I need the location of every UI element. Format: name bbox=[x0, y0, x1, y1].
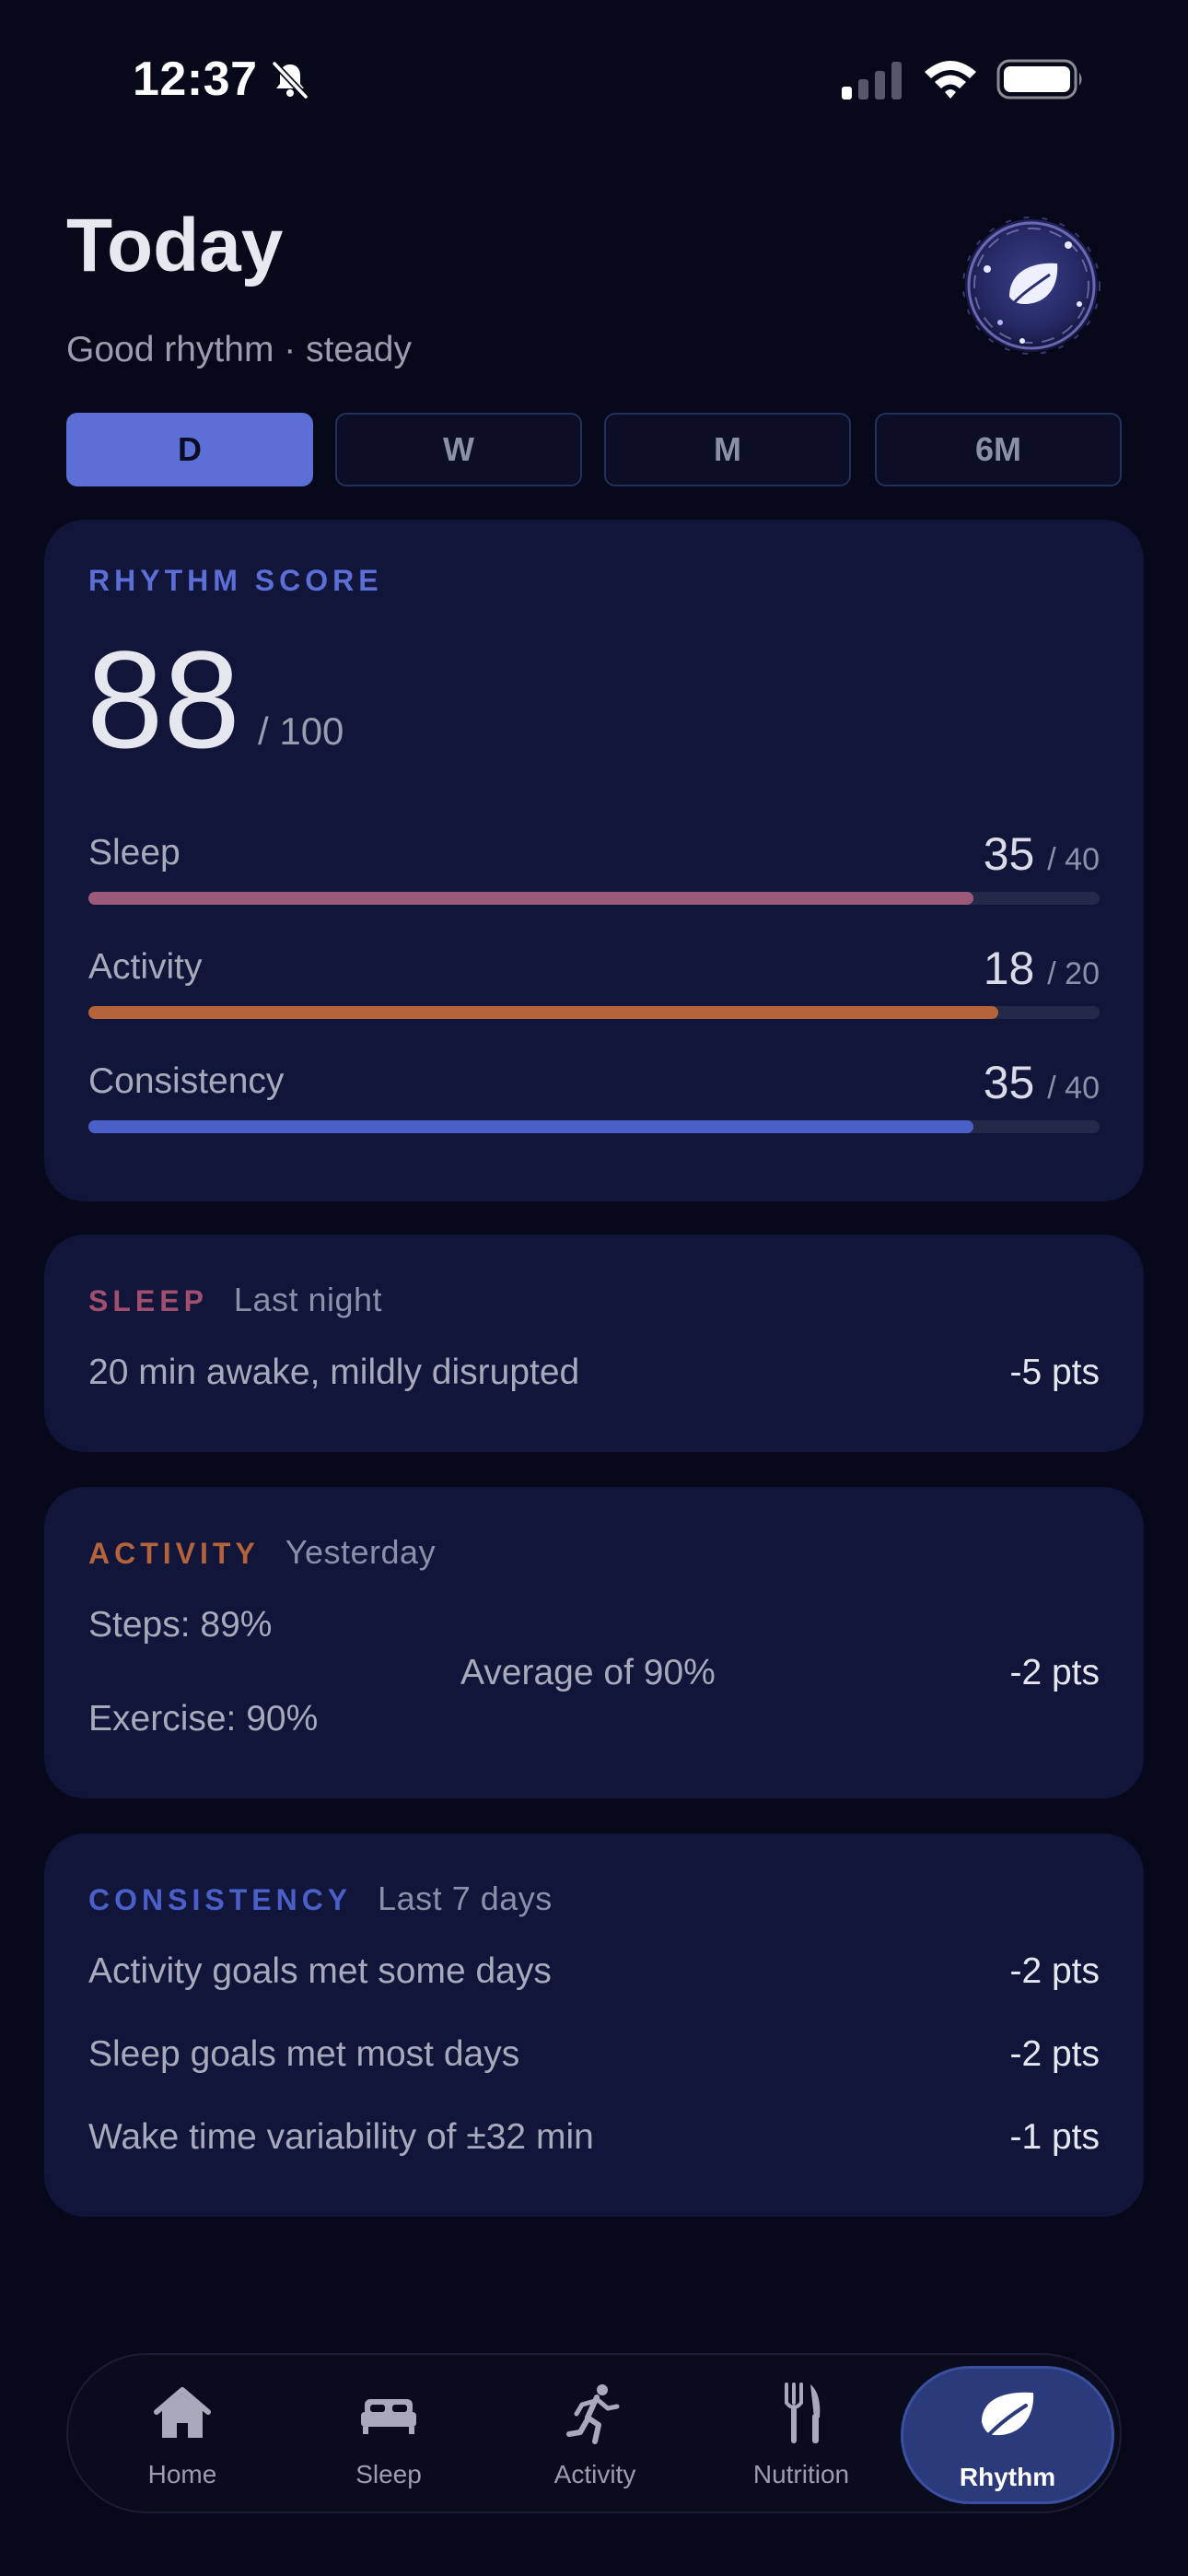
consistency-card-header: CONSISTENCY Last 7 days bbox=[88, 1879, 553, 1918]
tab-label: Rhythm bbox=[959, 2463, 1056, 2491]
activity-steps: Steps: 89% bbox=[88, 1605, 273, 1645]
tab-bar: Home Sleep Activity Nutrition Rhythm bbox=[66, 2353, 1122, 2513]
metric-activity: Activity 18 / 20 bbox=[88, 943, 1100, 1048]
rhythm-score-max: / 100 bbox=[258, 709, 344, 753]
runner-icon bbox=[566, 2384, 620, 2444]
tab-activity[interactable]: Activity bbox=[492, 2355, 698, 2515]
status-bar: 12:37 bbox=[0, 0, 1188, 157]
metric-value: 35 / 40 bbox=[983, 828, 1100, 880]
metric-fill bbox=[88, 1006, 999, 1019]
tab-home[interactable]: Home bbox=[79, 2355, 285, 2515]
battery-icon bbox=[996, 59, 1082, 100]
range-6month-button[interactable]: 6M bbox=[875, 413, 1122, 486]
consistency-row-text: Sleep goals met most days bbox=[88, 2034, 520, 2074]
bell-slash-icon bbox=[272, 61, 309, 100]
page-subtitle: Good rhythm · steady bbox=[66, 330, 412, 369]
consistency-row-text: Wake time variability of ±32 min bbox=[88, 2117, 594, 2157]
wifi-icon bbox=[925, 61, 976, 99]
consistency-card-period: Last 7 days bbox=[378, 1879, 553, 1917]
cellular-signal-icon bbox=[842, 62, 902, 100]
metric-fill bbox=[88, 1120, 973, 1133]
sleep-card-period: Last night bbox=[233, 1281, 383, 1318]
tab-rhythm[interactable]: Rhythm bbox=[901, 2366, 1114, 2504]
metric-track bbox=[88, 1120, 1100, 1133]
consistency-card-label: CONSISTENCY bbox=[88, 1883, 353, 1916]
metric-track bbox=[88, 1006, 1100, 1019]
sleep-points: -5 pts bbox=[1009, 1352, 1100, 1392]
status-time: 12:37 bbox=[133, 53, 258, 106]
metric-name: Sleep bbox=[88, 833, 181, 872]
activity-card-period: Yesterday bbox=[285, 1533, 437, 1571]
metric-track bbox=[88, 892, 1100, 905]
tab-label: Sleep bbox=[355, 2460, 422, 2488]
range-week-button[interactable]: W bbox=[335, 413, 582, 486]
sleep-summary: 20 min awake, mildly disrupted bbox=[88, 1352, 580, 1392]
fork-knife-icon bbox=[785, 2383, 821, 2443]
activity-exercise: Exercise: 90% bbox=[88, 1699, 319, 1739]
tab-label: Activity bbox=[553, 2460, 636, 2488]
metric-sleep: Sleep 35 / 40 bbox=[88, 828, 1100, 934]
sleep-card[interactable]: SLEEP Last night 20 min awake, mildly di… bbox=[44, 1235, 1144, 1452]
home-icon bbox=[154, 2387, 211, 2438]
rhythm-score-card[interactable]: RHYTHM SCORE 88 / 100 Sleep 35 / 40 Acti… bbox=[44, 520, 1144, 1201]
activity-points: -2 pts bbox=[1009, 1653, 1100, 1692]
rhythm-score-label: RHYTHM SCORE bbox=[88, 564, 383, 597]
metric-name: Activity bbox=[88, 947, 203, 987]
activity-card-label: ACTIVITY bbox=[88, 1537, 260, 1570]
tab-label: Nutrition bbox=[752, 2460, 850, 2488]
range-day-button[interactable]: D bbox=[66, 413, 313, 486]
rhythm-orb-avatar[interactable] bbox=[958, 212, 1105, 359]
screen: 12:37 Today Good rhythm · steady D W M 6… bbox=[0, 0, 1188, 2576]
leaf-icon bbox=[982, 2392, 1034, 2442]
metric-consistency: Consistency 35 / 40 bbox=[88, 1057, 1100, 1163]
sleep-card-label: SLEEP bbox=[88, 1284, 208, 1317]
tab-label: Home bbox=[147, 2460, 217, 2488]
consistency-row-text: Activity goals met some days bbox=[88, 1951, 552, 1991]
activity-card[interactable]: ACTIVITY Yesterday Steps: 89% Exercise: … bbox=[44, 1487, 1144, 1798]
range-month-button[interactable]: M bbox=[604, 413, 851, 486]
consistency-card[interactable]: CONSISTENCY Last 7 days Activity goals m… bbox=[44, 1833, 1144, 2217]
activity-average: Average of 90% bbox=[460, 1653, 716, 1692]
consistency-row-points: -1 pts bbox=[1009, 2117, 1100, 2157]
metric-value: 35 / 40 bbox=[983, 1057, 1100, 1108]
tab-nutrition[interactable]: Nutrition bbox=[698, 2355, 904, 2515]
consistency-row-points: -2 pts bbox=[1009, 1951, 1100, 1991]
page-title: Today bbox=[66, 204, 284, 287]
sleep-card-header: SLEEP Last night bbox=[88, 1281, 382, 1319]
tab-sleep[interactable]: Sleep bbox=[285, 2355, 492, 2515]
rhythm-score-value: 88 bbox=[87, 622, 240, 777]
metric-value: 18 / 20 bbox=[983, 943, 1100, 994]
bed-icon bbox=[361, 2399, 416, 2434]
activity-card-header: ACTIVITY Yesterday bbox=[88, 1533, 436, 1572]
consistency-row-points: -2 pts bbox=[1009, 2034, 1100, 2074]
metric-name: Consistency bbox=[88, 1061, 285, 1101]
metric-fill bbox=[88, 892, 973, 905]
